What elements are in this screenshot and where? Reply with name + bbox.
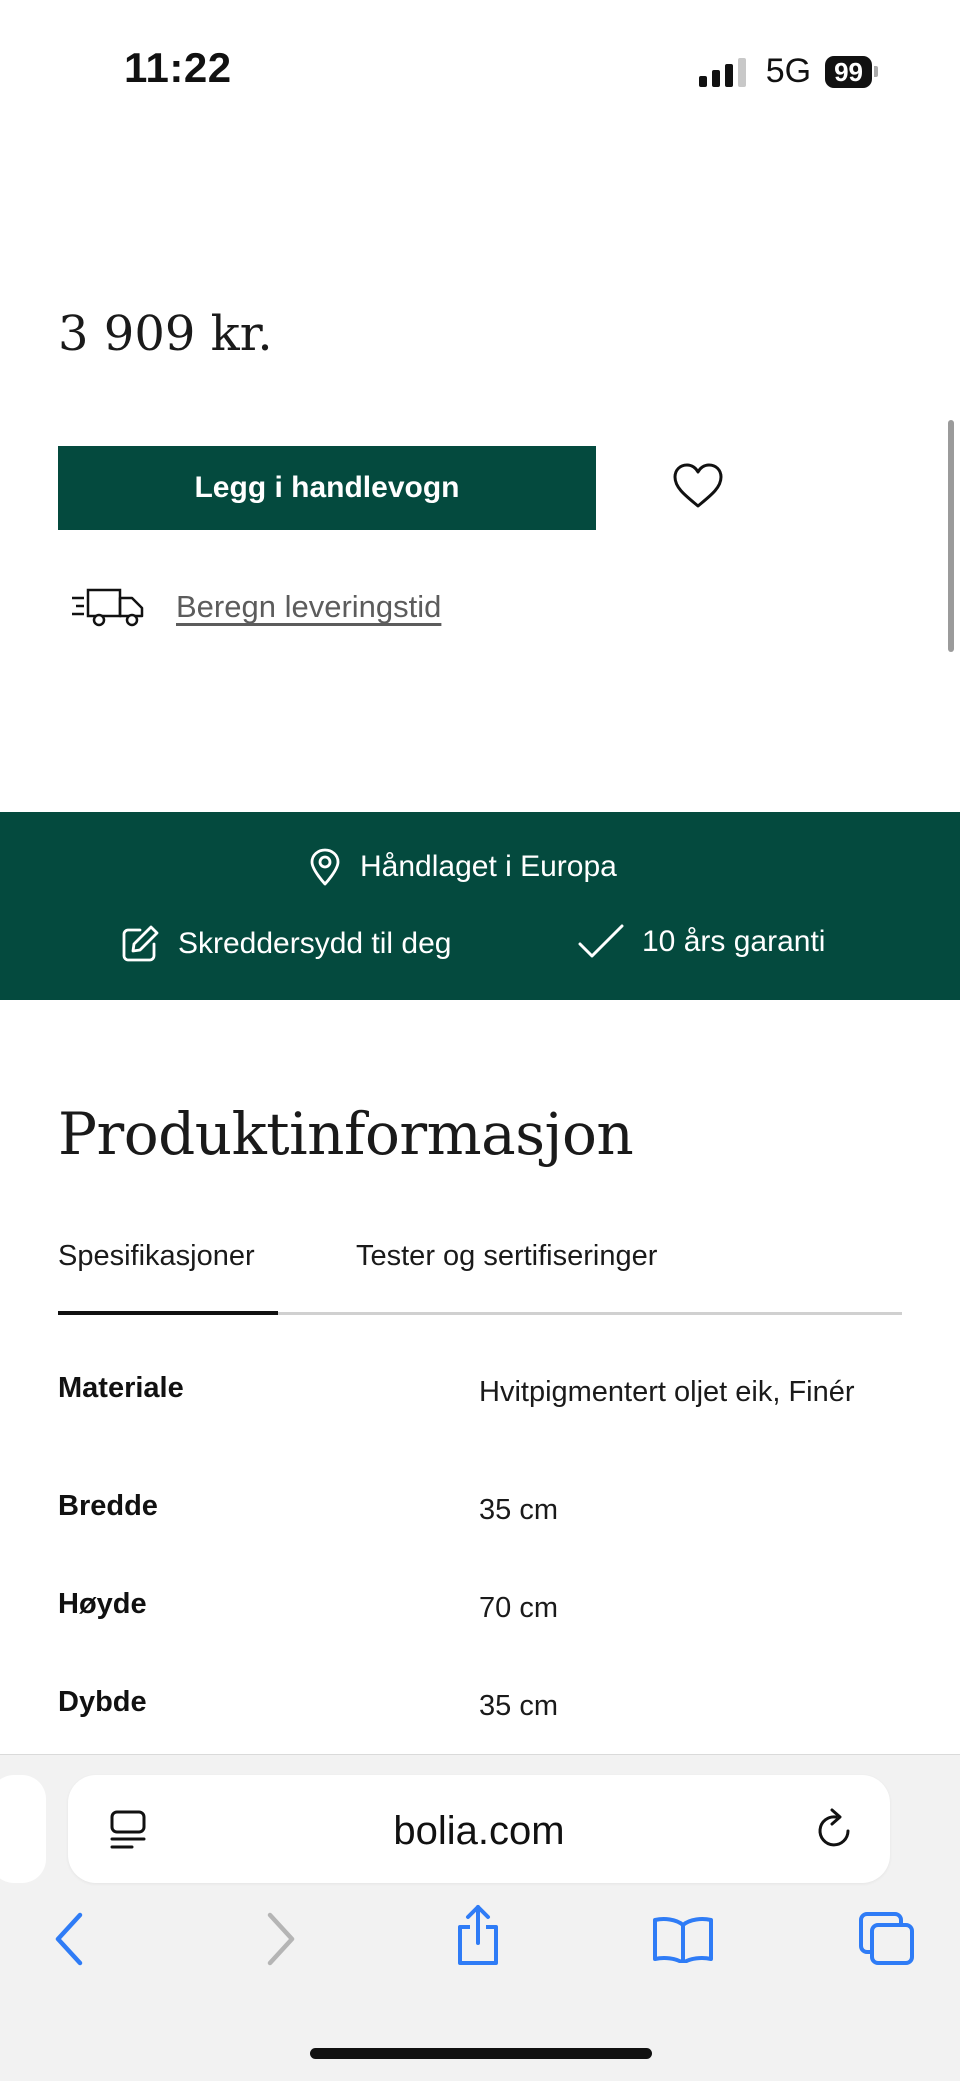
address-bar[interactable]: bolia.com	[68, 1775, 890, 1883]
delivery-estimate[interactable]: Beregn leveringstid	[70, 586, 441, 628]
url-text[interactable]: bolia.com	[68, 1809, 890, 1854]
network-type: 5G	[765, 52, 812, 90]
battery-icon: 99	[825, 55, 878, 88]
forward-icon[interactable]	[262, 1911, 298, 1967]
spec-value: 35 cm	[479, 1494, 558, 1526]
usp-band: Håndlaget i Europa Skreddersydd til deg …	[0, 812, 960, 1000]
delivery-truck-icon	[72, 588, 144, 627]
spec-value: 35 cm	[479, 1690, 558, 1722]
usp-label: Håndlaget i Europa	[360, 850, 617, 883]
checkmark-icon	[578, 924, 624, 958]
tabs-icon[interactable]	[858, 1911, 916, 1967]
status-indicators: 5G 99	[698, 52, 878, 91]
back-icon[interactable]	[52, 1911, 88, 1967]
cellular-signal-icon	[698, 57, 746, 87]
edit-pencil-icon	[122, 925, 159, 962]
status-time: 11:22	[124, 44, 232, 91]
spec-label: Materiale	[58, 1372, 184, 1404]
spec-value: Hvitpigmentert oljet eik, Finér	[479, 1376, 855, 1408]
usp-item-tailored: Skreddersydd til deg	[120, 924, 452, 964]
share-icon[interactable]	[452, 1903, 504, 1967]
add-to-cart-button[interactable]: Legg i handlevogn	[58, 446, 596, 530]
tab-specifications[interactable]: Spesifikasjoner	[58, 1240, 255, 1273]
usp-item-handmade: Håndlaget i Europa	[308, 848, 617, 886]
previous-tab-peek[interactable]	[0, 1775, 46, 1883]
spec-label: Høyde	[58, 1588, 147, 1620]
page: 11:22 5G 99 3 909 kr. Legg i handlevogn …	[0, 0, 960, 2081]
product-price: 3 909 kr.	[58, 306, 273, 362]
usp-item-warranty: 10 års garanti	[578, 924, 825, 960]
spec-value: 70 cm	[479, 1592, 558, 1624]
reload-icon[interactable]	[814, 1807, 856, 1851]
location-pin-icon	[310, 848, 340, 886]
delivery-time-link[interactable]: Beregn leveringstid	[176, 589, 441, 625]
battery-level: 99	[825, 55, 872, 88]
tab-tests-certifications[interactable]: Tester og sertifiseringer	[356, 1240, 657, 1273]
home-indicator	[310, 2048, 652, 2059]
scroll-indicator	[948, 420, 954, 652]
product-info-tabs: Spesifikasjoner Tester og sertifiseringe…	[58, 1240, 902, 1315]
spec-label: Dybde	[58, 1686, 147, 1718]
usp-label: 10 års garanti	[642, 925, 826, 958]
product-info-title: Produktinformasjon	[58, 1100, 634, 1168]
browser-chrome: bolia.com	[0, 1754, 960, 2081]
active-tab-indicator	[58, 1311, 278, 1315]
usp-label: Skreddersydd til deg	[178, 927, 452, 960]
heart-icon[interactable]	[672, 462, 724, 510]
bookmarks-icon[interactable]	[652, 1915, 714, 1963]
spec-label: Bredde	[58, 1490, 158, 1522]
